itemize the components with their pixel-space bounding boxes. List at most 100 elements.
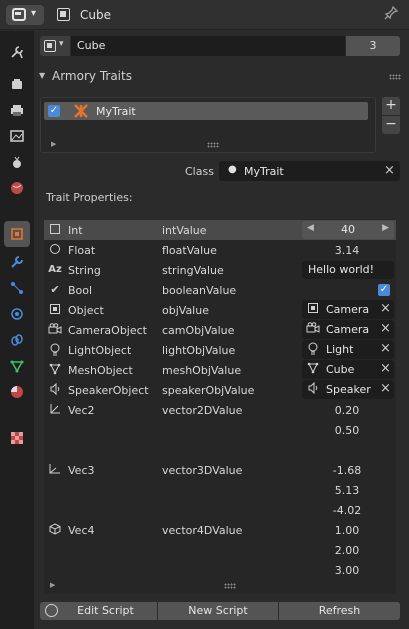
- tab-data[interactable]: [4, 353, 30, 379]
- clear-icon[interactable]: ×: [384, 163, 395, 178]
- vec2-y-value[interactable]: 0.50: [302, 424, 392, 437]
- table-row[interactable]: Vec4 vector4DValue 1.00: [44, 520, 396, 540]
- float-value[interactable]: 3.14: [302, 244, 392, 257]
- add-trait-button[interactable]: +: [382, 97, 400, 115]
- tab-material[interactable]: [4, 379, 30, 405]
- list-item[interactable]: ✓ MyTrait: [44, 102, 368, 120]
- object-name-field[interactable]: Cube: [71, 36, 345, 56]
- table-row[interactable]: CameraObject camObjValue Camera ×: [44, 320, 396, 340]
- property-variable: intValue: [162, 224, 207, 237]
- physics-icon: [11, 308, 23, 320]
- table-row: 2.00: [44, 540, 396, 560]
- tab-output[interactable]: [4, 97, 30, 123]
- tab-texture[interactable]: [4, 425, 30, 451]
- clear-icon[interactable]: ×: [380, 321, 391, 336]
- property-type: Float: [68, 244, 96, 257]
- tab-world[interactable]: [4, 175, 30, 201]
- property-type: Vec2: [68, 404, 95, 417]
- property-variable: booleanValue: [162, 284, 237, 297]
- new-script-button[interactable]: New Script: [158, 602, 278, 620]
- clear-icon[interactable]: ×: [380, 361, 391, 376]
- vec2-axes-icon: [48, 403, 62, 417]
- clear-icon[interactable]: ×: [380, 301, 391, 316]
- object-picker-field[interactable]: Camera ×: [302, 300, 394, 319]
- edit-script-button[interactable]: Edit Script: [40, 602, 157, 620]
- checker-texture-icon: [11, 432, 23, 444]
- checkmark-icon: ✔: [50, 283, 60, 296]
- vec2-x-value[interactable]: 0.20: [302, 404, 392, 417]
- panel-drag-grip-icon[interactable]: [389, 74, 401, 80]
- class-search-field[interactable]: ● MyTrait ×: [219, 161, 400, 181]
- properties-resize-grip-icon[interactable]: [224, 583, 236, 589]
- refresh-button[interactable]: Refresh: [279, 602, 400, 620]
- wrench-screwdriver-icon: [11, 46, 23, 59]
- trait-enabled-checkbox[interactable]: ✓: [48, 105, 60, 117]
- table-row[interactable]: Vec2 vector2DValue 0.20: [44, 400, 396, 420]
- table-row[interactable]: Float floatValue 3.14: [44, 240, 396, 260]
- armory-logo-icon: [74, 104, 88, 118]
- tab-render[interactable]: [4, 71, 30, 97]
- table-row[interactable]: ✔ Bool booleanValue ✓: [44, 280, 396, 300]
- table-row[interactable]: Object objValue Camera ×: [44, 300, 396, 320]
- clear-icon[interactable]: ×: [380, 341, 391, 356]
- table-row[interactable]: Vec3 vector3DValue -1.68: [44, 460, 396, 480]
- printer-icon: [11, 105, 23, 116]
- mesh-picker-field[interactable]: Cube ×: [302, 360, 394, 379]
- remove-trait-button[interactable]: −: [382, 116, 400, 134]
- property-type: LightObject: [68, 344, 132, 357]
- vec3-x-value[interactable]: -1.68: [302, 464, 392, 477]
- tab-modifiers[interactable]: [4, 249, 30, 275]
- table-row[interactable]: SpeakerObject speakerObjValue Speaker ×: [44, 380, 396, 400]
- property-type: Vec4: [68, 524, 95, 537]
- table-row[interactable]: MeshObject meshObjValue Cube ×: [44, 360, 396, 380]
- circle-icon: [48, 243, 62, 257]
- light-picker-field[interactable]: Light ×: [302, 340, 394, 359]
- table-row[interactable]: Int intValue ◀ 40 ▶: [44, 220, 396, 240]
- vec4-y-value[interactable]: 2.00: [302, 544, 392, 557]
- list-resize-grip-icon[interactable]: [207, 142, 219, 148]
- property-variable: meshObjValue: [162, 364, 242, 377]
- pin-icon[interactable]: [384, 5, 400, 22]
- tab-particles[interactable]: [4, 275, 30, 301]
- list-expand-arrow-icon[interactable]: ▶: [51, 140, 56, 148]
- speaker-picker-field[interactable]: Speaker ×: [302, 380, 394, 399]
- vec4-z-value[interactable]: 3.00: [302, 564, 392, 577]
- property-type: Object: [68, 304, 104, 317]
- tab-scene[interactable]: [4, 149, 30, 175]
- tab-constraints[interactable]: [4, 327, 30, 353]
- property-type: String: [68, 264, 101, 277]
- vec3-y-value[interactable]: 5.13: [302, 484, 392, 497]
- tab-physics[interactable]: [4, 301, 30, 327]
- chevron-down-icon: ▾: [31, 8, 37, 19]
- property-type: CameraObject: [68, 324, 147, 337]
- mesh-value: Cube: [326, 363, 355, 376]
- table-row[interactable]: Az String stringValue Hello world!: [44, 260, 396, 280]
- clear-icon[interactable]: ×: [380, 381, 391, 396]
- increment-arrow-icon[interactable]: ▶: [382, 223, 389, 233]
- table-row: [44, 440, 396, 460]
- properties-expand-arrow-icon[interactable]: ▶: [50, 581, 55, 589]
- tab-object[interactable]: [4, 221, 30, 247]
- bool-value-checkbox[interactable]: ✓: [378, 284, 390, 296]
- table-row[interactable]: LightObject lightObjValue Light ×: [44, 340, 396, 360]
- int-value-field[interactable]: ◀ 40 ▶: [302, 221, 394, 239]
- script-refresh-icon: [45, 604, 58, 617]
- vec3-z-value[interactable]: -4.02: [302, 504, 392, 517]
- armory-traits-panel-header[interactable]: ▼ Armory Traits: [34, 66, 409, 88]
- tab-view-layer[interactable]: [4, 123, 30, 149]
- object-users-count[interactable]: 3: [346, 36, 400, 56]
- traits-list: ✓ MyTrait ▶: [40, 97, 376, 153]
- vec4-cube-icon: [48, 523, 62, 537]
- decrement-arrow-icon[interactable]: ◀: [307, 223, 314, 233]
- table-row: 0.50: [44, 420, 396, 440]
- vec3-axes-icon: [48, 463, 62, 477]
- tab-tool[interactable]: [4, 39, 30, 65]
- property-type: SpeakerObject: [68, 384, 149, 397]
- editor-type-button[interactable]: ▾: [6, 5, 44, 25]
- properties-tabs: [0, 31, 34, 629]
- camera-picker-field[interactable]: Camera ×: [302, 320, 394, 339]
- property-type: Vec3: [68, 464, 95, 477]
- object-browse-button[interactable]: ▾: [40, 36, 70, 56]
- string-value-field[interactable]: Hello world!: [302, 261, 394, 279]
- vec4-x-value[interactable]: 1.00: [302, 524, 392, 537]
